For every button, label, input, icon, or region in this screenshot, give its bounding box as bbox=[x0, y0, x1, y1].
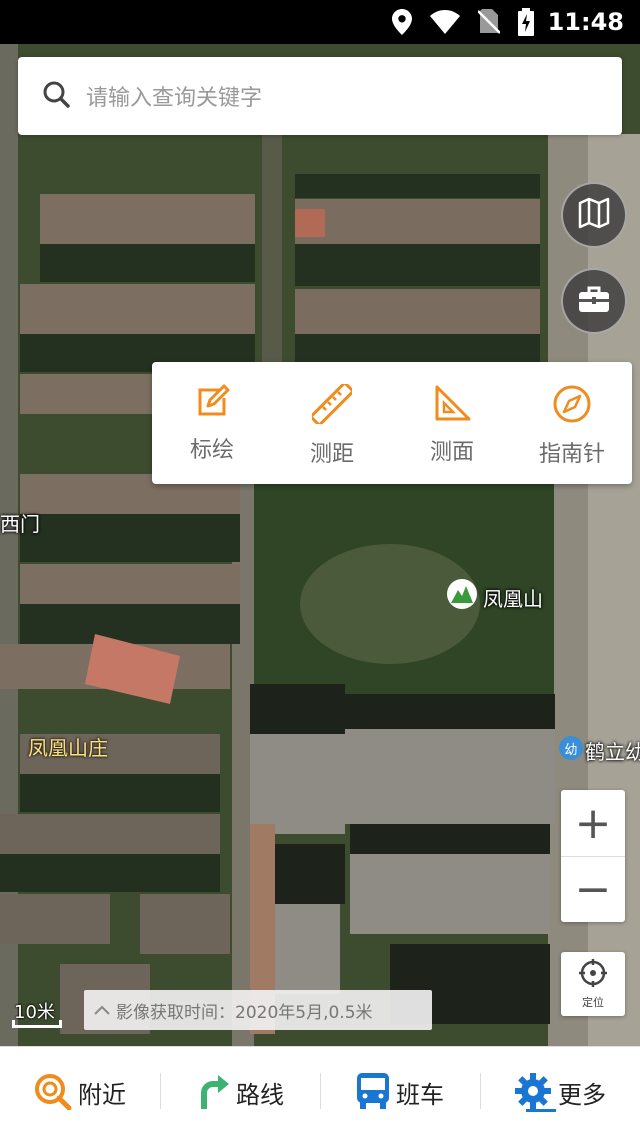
crosshair-icon bbox=[578, 958, 608, 992]
toolbox-button[interactable] bbox=[561, 268, 627, 334]
nav-route-label: 路线 bbox=[236, 1081, 284, 1109]
map-label-west-gate[interactable]: 西门 bbox=[0, 508, 40, 537]
wifi-icon bbox=[429, 10, 460, 34]
tool-plot[interactable]: 标绘 bbox=[152, 362, 272, 484]
nav-more-label: 更多 bbox=[558, 1081, 606, 1109]
map-label-kindergarten[interactable]: 鹤立幼 bbox=[585, 736, 640, 765]
tool-measure-distance-label: 测距 bbox=[309, 442, 354, 467]
zoom-out-button[interactable]: − bbox=[561, 856, 625, 922]
tools-popup: 标绘 测距 测面 指南针 bbox=[152, 362, 632, 484]
tool-measure-area-label: 测面 bbox=[429, 440, 474, 465]
mountain-poi-icon[interactable] bbox=[447, 579, 477, 609]
search-placeholder: 请输入查询关键字 bbox=[86, 86, 263, 111]
locate-label: 定位 bbox=[582, 996, 604, 1009]
locate-button[interactable]: 定位 bbox=[561, 952, 625, 1016]
nearby-search-icon bbox=[34, 1072, 72, 1114]
satellite-imagery bbox=[0, 44, 640, 1046]
search-input[interactable]: 请输入查询关键字 bbox=[18, 57, 622, 135]
nav-nearby[interactable]: 附近 bbox=[0, 1047, 160, 1138]
tool-compass-label: 指南针 bbox=[538, 442, 605, 467]
tool-measure-distance[interactable]: 测距 bbox=[272, 362, 392, 484]
search-icon bbox=[42, 80, 70, 112]
map-icon bbox=[577, 196, 611, 234]
gear-icon bbox=[514, 1072, 552, 1114]
nav-bus-label: 班车 bbox=[396, 1081, 444, 1109]
triangle-ruler-icon bbox=[433, 384, 471, 426]
tool-measure-area[interactable]: 测面 bbox=[392, 362, 512, 484]
bottom-navigation: 附近 路线 班车 更多 bbox=[0, 1046, 640, 1138]
map-label-phoenix-mountain[interactable]: 凤凰山 bbox=[483, 583, 543, 612]
clock: 11:48 bbox=[547, 8, 624, 36]
compass-icon bbox=[552, 384, 592, 428]
ruler-icon bbox=[308, 380, 356, 428]
battery-charging-icon bbox=[517, 8, 534, 36]
location-icon bbox=[391, 9, 412, 35]
kindergarten-poi-icon[interactable]: 幼 bbox=[559, 736, 583, 760]
route-arrow-icon bbox=[196, 1073, 230, 1113]
nav-more[interactable]: 更多 bbox=[480, 1047, 640, 1138]
map-layers-button[interactable] bbox=[561, 182, 627, 248]
tool-compass[interactable]: 指南针 bbox=[512, 362, 632, 484]
bus-icon bbox=[356, 1072, 390, 1114]
nav-route[interactable]: 路线 bbox=[160, 1047, 320, 1138]
nav-nearby-label: 附近 bbox=[78, 1081, 126, 1109]
imagery-capture-info[interactable]: 影像获取时间：2020年5月,0.5米 bbox=[84, 990, 432, 1030]
map-scale: 10米 bbox=[10, 996, 66, 1032]
active-indicator bbox=[526, 1109, 556, 1112]
capture-info-text: 影像获取时间：2020年5月,0.5米 bbox=[116, 1002, 373, 1023]
toolbox-icon bbox=[577, 284, 611, 318]
chevron-up-icon bbox=[94, 1000, 110, 1020]
scale-bar bbox=[12, 1020, 62, 1028]
zoom-controls: + − bbox=[561, 790, 625, 922]
status-bar: 11:48 bbox=[0, 0, 640, 44]
tool-plot-label: 标绘 bbox=[189, 438, 234, 463]
map-label-phoenix-village[interactable]: 凤凰山庄 bbox=[28, 732, 108, 761]
edit-icon bbox=[194, 384, 230, 424]
no-sim-icon bbox=[477, 9, 500, 35]
satellite-map[interactable]: 西门 凤凰山 凤凰山庄 幼 鹤立幼 bbox=[0, 44, 640, 1046]
zoom-in-button[interactable]: + bbox=[561, 790, 625, 856]
nav-bus[interactable]: 班车 bbox=[320, 1047, 480, 1138]
